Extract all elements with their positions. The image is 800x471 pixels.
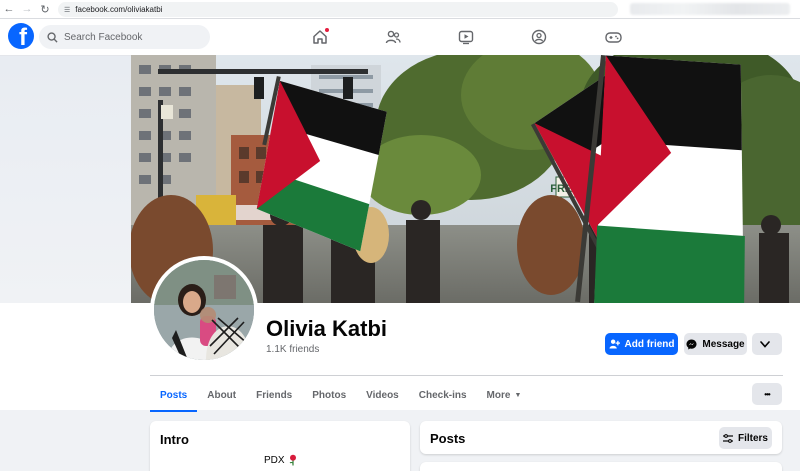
more-options-button[interactable]: ••• xyxy=(752,383,782,405)
video-icon[interactable] xyxy=(457,28,475,46)
tab-more[interactable]: More ▼ xyxy=(477,380,532,411)
search-icon xyxy=(47,31,58,43)
profile-divider xyxy=(150,375,783,376)
gaming-icon[interactable] xyxy=(604,28,622,46)
page-background-panel xyxy=(0,56,131,306)
message-label: Message xyxy=(702,338,745,350)
profile-avatar[interactable] xyxy=(150,256,258,364)
tab-photos[interactable]: Photos xyxy=(302,380,356,411)
posts-header-card: Posts Filters xyxy=(420,421,782,454)
home-icon[interactable] xyxy=(311,27,330,46)
profile-options-button[interactable] xyxy=(752,333,782,355)
notification-dot xyxy=(324,27,330,33)
url-text: facebook.com/oliviakatbi xyxy=(75,5,163,14)
search-bar[interactable] xyxy=(39,25,210,49)
add-friend-label: Add friend xyxy=(624,338,675,350)
rose-icon xyxy=(289,454,296,466)
browser-toolbar: ← → ↻ ☰ facebook.com/oliviakatbi xyxy=(0,0,800,19)
avatar-photo xyxy=(154,260,254,360)
add-friend-button[interactable]: Add friend xyxy=(605,333,678,355)
posts-title: Posts xyxy=(430,431,466,446)
tab-posts[interactable]: Posts xyxy=(150,380,198,412)
profile-name: Olivia Katbi xyxy=(266,316,388,341)
messenger-icon xyxy=(686,338,697,350)
extensions-area xyxy=(630,3,790,15)
friends-icon[interactable] xyxy=(384,28,402,46)
add-friend-icon xyxy=(609,339,620,349)
tab-check-ins[interactable]: Check-ins xyxy=(409,380,477,411)
intro-title: Intro xyxy=(160,432,189,447)
groups-icon[interactable] xyxy=(530,28,548,46)
filters-icon xyxy=(722,433,733,443)
tab-about[interactable]: About xyxy=(197,380,246,411)
search-input[interactable] xyxy=(64,31,194,43)
facebook-logo[interactable]: f xyxy=(8,23,34,49)
ellipsis-icon: ••• xyxy=(764,389,770,399)
tab-videos[interactable]: Videos xyxy=(356,380,409,411)
filters-button[interactable]: Filters xyxy=(719,427,772,449)
friends-count[interactable]: 1.1K friends xyxy=(266,344,319,355)
back-arrow-icon[interactable]: ← xyxy=(0,0,18,18)
intro-location: PDX xyxy=(264,454,285,466)
caret-down-icon: ▼ xyxy=(514,392,522,399)
filters-label: Filters xyxy=(737,432,768,444)
chevron-down-icon xyxy=(759,340,770,348)
forward-arrow-icon[interactable]: → xyxy=(18,0,36,18)
address-bar[interactable]: ☰ facebook.com/oliviakatbi xyxy=(58,2,618,17)
profile-tabs: Posts About Friends Photos Videos Check-… xyxy=(150,380,532,412)
intro-card: Intro PDX xyxy=(150,421,410,471)
facebook-top-nav: f xyxy=(0,19,800,56)
reload-icon[interactable]: ↻ xyxy=(36,0,54,18)
post-composer-card xyxy=(420,462,782,471)
message-button[interactable]: Message xyxy=(684,333,747,355)
site-info-icon[interactable]: ☰ xyxy=(64,6,70,14)
tab-friends[interactable]: Friends xyxy=(246,380,302,411)
